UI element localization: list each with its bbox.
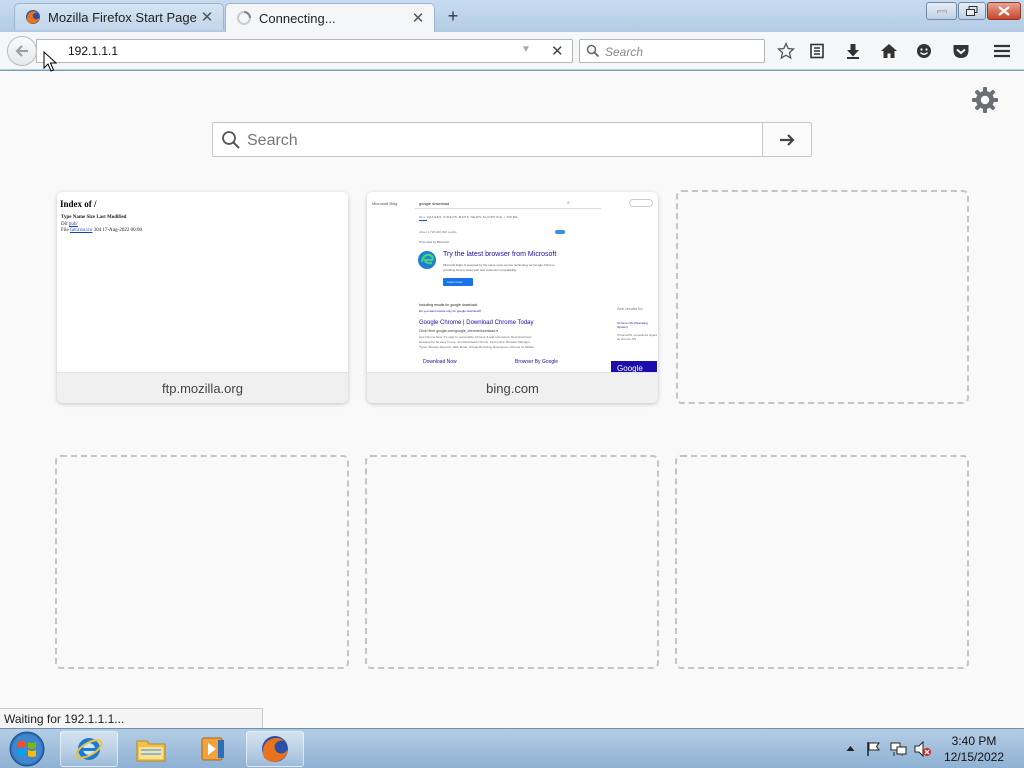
show-hidden-icons-icon[interactable] bbox=[846, 745, 855, 752]
firefox-icon bbox=[262, 736, 288, 762]
close-window-button[interactable] bbox=[987, 2, 1021, 20]
pocket-icon[interactable] bbox=[950, 40, 972, 62]
search-placeholder: Search bbox=[605, 45, 644, 59]
tab-start-page[interactable]: Mozilla Firefox Start Page ✕ bbox=[14, 3, 224, 30]
edge-icon bbox=[418, 251, 436, 269]
status-panel: Waiting for 192.1.1.1... bbox=[0, 708, 263, 728]
file-explorer-icon bbox=[136, 740, 166, 762]
media-player-taskbar-button[interactable] bbox=[184, 731, 242, 767]
windows-logo-icon bbox=[9, 731, 45, 767]
search-icon bbox=[586, 44, 600, 58]
firefox-taskbar-button[interactable] bbox=[246, 731, 304, 767]
bing-logo: Microsoft Bing bbox=[372, 201, 398, 206]
top-site-tile[interactable]: Microsoft Bing google download ⌕ ALL IMA… bbox=[367, 192, 658, 403]
stop-icon[interactable]: ✕ bbox=[551, 42, 564, 60]
page-search-input[interactable]: Search bbox=[212, 122, 763, 157]
thumbnail-heading: Index of / bbox=[60, 199, 97, 209]
action-center-flag-icon[interactable] bbox=[866, 741, 882, 757]
mouse-cursor-icon bbox=[43, 51, 57, 72]
tab-label: Mozilla Firefox Start Page bbox=[48, 9, 197, 25]
empty-tile-slot[interactable] bbox=[676, 190, 969, 404]
search-submit-button[interactable] bbox=[762, 122, 812, 157]
top-site-tile[interactable]: Index of / Type Name Size Last Modified … bbox=[57, 192, 348, 403]
tile-caption: ftp.mozilla.org bbox=[57, 372, 348, 403]
bookmark-star-icon[interactable] bbox=[775, 40, 797, 62]
hello-chat-icon[interactable] bbox=[913, 40, 935, 62]
history-dropdown-icon[interactable]: ▼ bbox=[521, 44, 531, 55]
restore-icon bbox=[966, 6, 978, 16]
close-tab-icon[interactable]: ✕ bbox=[410, 9, 426, 27]
bookmarks-menu-icon[interactable] bbox=[806, 40, 828, 62]
arrow-right-icon bbox=[780, 133, 795, 146]
home-icon[interactable] bbox=[878, 40, 900, 62]
thumbnail-row: Dir pub/ bbox=[61, 222, 78, 227]
new-tab-button[interactable]: + bbox=[442, 5, 464, 27]
clock-date: 12/15/2022 bbox=[943, 750, 1005, 764]
new-tab-page: Search Index of / Type Name Size Last Mo… bbox=[0, 71, 1024, 728]
close-tab-icon[interactable]: ✕ bbox=[199, 8, 215, 26]
empty-tile-slot[interactable] bbox=[55, 455, 349, 669]
back-arrow-icon bbox=[15, 45, 28, 57]
tile-caption: bing.com bbox=[367, 372, 658, 403]
windows-taskbar: 3:40 PM 12/15/2022 bbox=[0, 728, 1024, 768]
navigation-toolbar: 192.1.1.1 ▼ ✕ Search bbox=[0, 32, 1024, 70]
restore-button[interactable] bbox=[958, 2, 986, 20]
loading-spinner-icon bbox=[237, 11, 251, 25]
search-bar[interactable]: Search bbox=[579, 39, 765, 63]
start-button[interactable] bbox=[4, 730, 50, 768]
empty-tile-slot[interactable] bbox=[675, 455, 969, 669]
tab-label: Connecting... bbox=[259, 10, 336, 26]
minimize-icon bbox=[936, 10, 947, 13]
url-text[interactable]: 192.1.1.1 bbox=[68, 44, 118, 58]
thumbnail-row: File favicon.ico 304 17-Aug-2022 00:00 bbox=[61, 228, 142, 233]
close-icon bbox=[998, 6, 1010, 16]
clock-time: 3:40 PM bbox=[951, 734, 997, 748]
site-thumbnail: Index of / Type Name Size Last Modified … bbox=[57, 192, 348, 372]
gear-icon[interactable] bbox=[970, 85, 1000, 115]
back-button[interactable] bbox=[7, 36, 37, 66]
url-bar[interactable]: 192.1.1.1 ▼ ✕ bbox=[36, 39, 573, 63]
thumbnail-header-row: Type Name Size Last Modified bbox=[61, 215, 127, 220]
tab-strip: Mozilla Firefox Start Page ✕ Connecting.… bbox=[0, 0, 1024, 32]
search-placeholder: Search bbox=[247, 132, 298, 149]
tab-connecting[interactable]: Connecting... ✕ bbox=[225, 3, 435, 32]
file-explorer-taskbar-button[interactable] bbox=[122, 731, 180, 767]
media-player-icon bbox=[201, 737, 224, 761]
downloads-icon[interactable] bbox=[842, 40, 864, 62]
firefox-icon bbox=[26, 10, 40, 24]
minimize-button[interactable] bbox=[926, 2, 957, 20]
empty-tile-slot[interactable] bbox=[365, 455, 659, 669]
site-thumbnail: Microsoft Bing google download ⌕ ALL IMA… bbox=[367, 192, 658, 372]
internet-explorer-icon bbox=[75, 738, 103, 760]
internet-explorer-taskbar-button[interactable] bbox=[60, 731, 118, 767]
system-clock[interactable]: 3:40 PM 12/15/2022 bbox=[930, 733, 1018, 765]
network-icon[interactable] bbox=[890, 741, 908, 757]
hamburger-menu-icon[interactable] bbox=[991, 40, 1013, 62]
search-icon bbox=[222, 131, 240, 149]
